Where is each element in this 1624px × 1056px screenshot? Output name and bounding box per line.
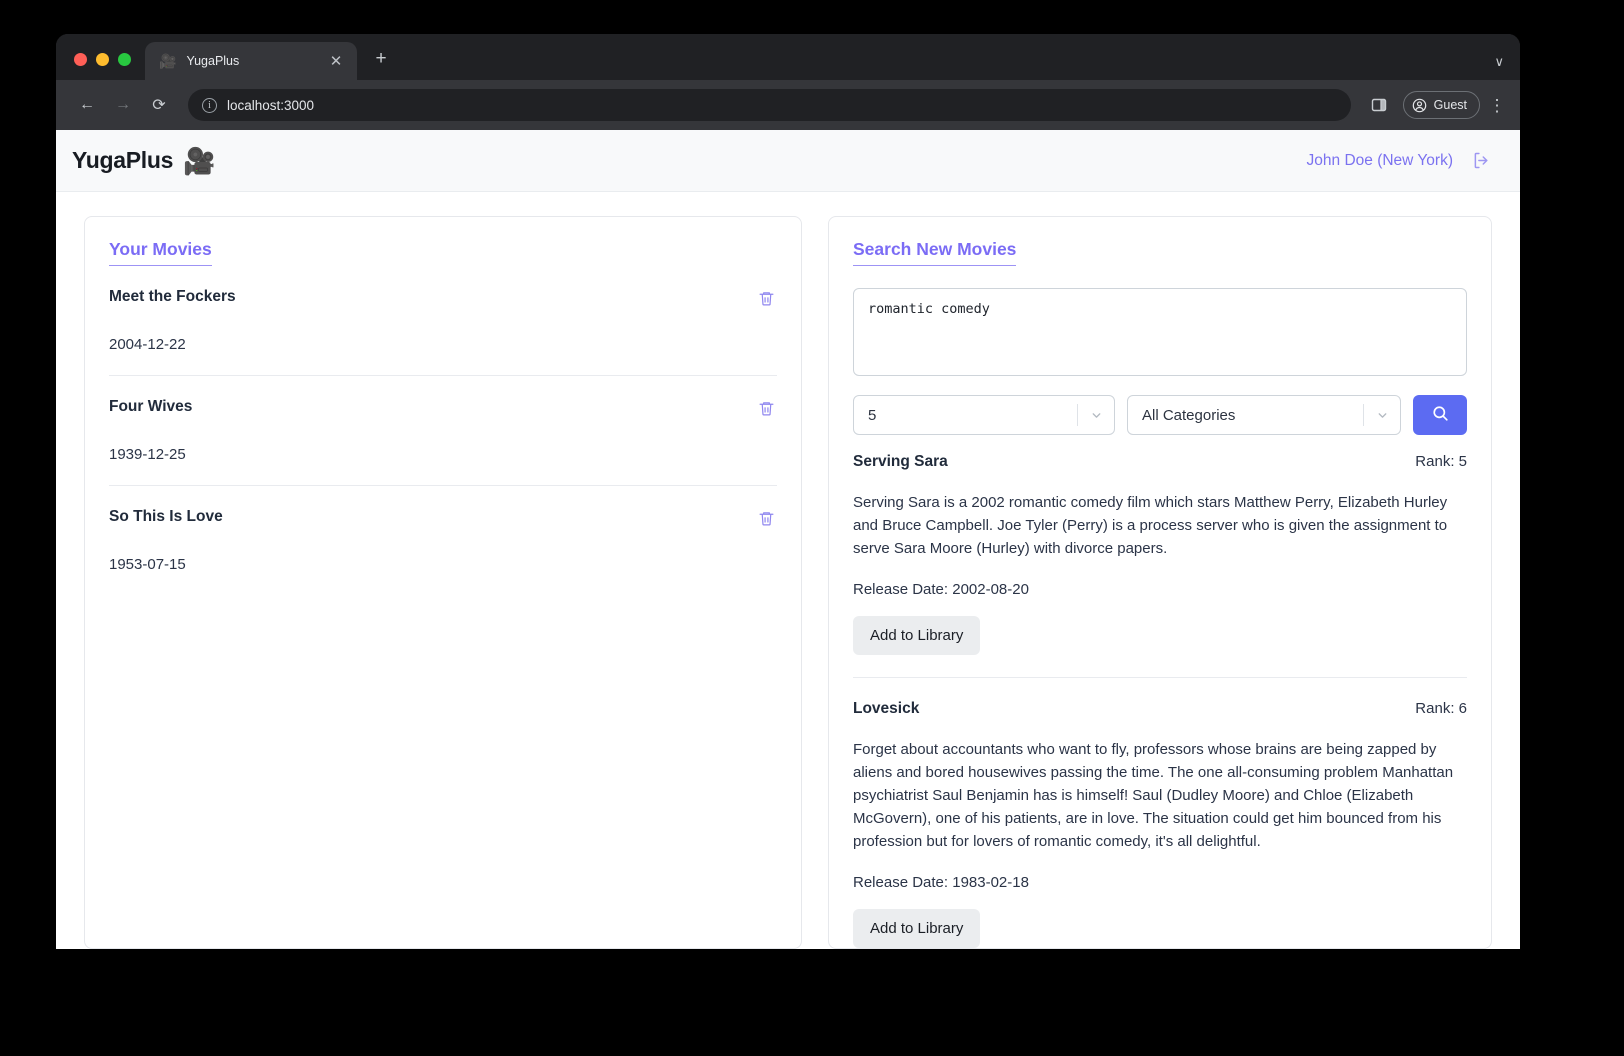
browser-tab[interactable]: 🎥 YugaPlus ✕ [145, 42, 357, 80]
library-panel-title[interactable]: Your Movies [109, 239, 212, 266]
add-to-library-button[interactable]: Add to Library [853, 908, 981, 948]
search-panel-title[interactable]: Search New Movies [853, 239, 1017, 266]
search-result-title: Serving Sara [853, 453, 948, 470]
search-result-header: Lovesick Rank: 6 [853, 700, 1467, 718]
address-bar-url: localhost:3000 [227, 97, 315, 113]
app-header: YugaPlus 🎥 John Doe (New York) [56, 130, 1520, 192]
library-item-title: Four Wives [109, 398, 193, 415]
category-select[interactable]: All Categories [1127, 395, 1401, 435]
search-panel: Search New Movies 5 All Categories [828, 216, 1492, 949]
profile-chip[interactable]: Guest [1402, 91, 1480, 119]
browser-menu-button[interactable]: ⋮ [1486, 97, 1508, 114]
brand-name: YugaPlus [72, 147, 174, 173]
search-result-release-date: Release Date: 2002-08-20 [853, 580, 1029, 598]
forward-button[interactable]: → [108, 90, 138, 120]
main-columns: Your Movies Meet the Fockers 2004-12-22 [56, 192, 1520, 949]
maximize-window-button[interactable] [118, 53, 131, 66]
library-panel: Your Movies Meet the Fockers 2004-12-22 [84, 216, 802, 949]
add-to-library-button[interactable]: Add to Library [853, 615, 981, 655]
search-filters: 5 All Categories [853, 395, 1467, 435]
search-result-rank: Rank: 6 [1415, 699, 1467, 717]
library-item-header: Meet the Fockers [109, 288, 777, 309]
brand[interactable]: YugaPlus 🎥 [72, 147, 216, 174]
profile-label: Guest [1433, 98, 1467, 112]
close-window-button[interactable] [74, 53, 87, 66]
library-item-title: Meet the Fockers [109, 288, 236, 305]
search-result-title: Lovesick [853, 699, 920, 717]
trash-icon[interactable] [756, 508, 777, 529]
library-item-date: 1953-07-15 [109, 556, 186, 573]
search-icon [1431, 404, 1450, 426]
search-result-release-date: Release Date: 1983-02-18 [853, 873, 1029, 891]
search-result: Serving Sara Rank: 5 Serving Sara is a 2… [853, 453, 1467, 678]
logout-icon[interactable] [1471, 150, 1492, 171]
minimize-window-button[interactable] [96, 53, 109, 66]
list-item: Meet the Fockers 2004-12-22 [109, 288, 777, 376]
library-item-title: So This Is Love [109, 508, 223, 525]
page-viewport: YugaPlus 🎥 John Doe (New York) Your Movi… [56, 130, 1520, 949]
search-result-overview: Serving Sara is a 2002 romantic comedy f… [853, 494, 1448, 557]
library-item-date: 1939-12-25 [109, 446, 186, 463]
result-count-select[interactable]: 5 [853, 395, 1115, 435]
back-button[interactable]: ← [72, 90, 102, 120]
browser-toolbar: ← → ⟳ i localhost:3000 Guest ⋮ [56, 80, 1520, 130]
search-button[interactable] [1413, 395, 1467, 435]
trash-icon[interactable] [756, 288, 777, 309]
browser-tabstrip: 🎥 YugaPlus ✕ + ∨ [56, 34, 1520, 80]
library-item-header: Four Wives [109, 398, 777, 419]
trash-icon[interactable] [756, 398, 777, 419]
library-item-date: 2004-12-22 [109, 336, 186, 353]
header-right: John Doe (New York) [1307, 150, 1492, 171]
category-value: All Categories [1142, 406, 1236, 424]
library-item-header: So This Is Love [109, 508, 777, 529]
reload-button[interactable]: ⟳ [144, 90, 174, 120]
user-profile-link[interactable]: John Doe (New York) [1307, 152, 1453, 170]
search-result-rank: Rank: 5 [1415, 453, 1467, 470]
address-bar[interactable]: i localhost:3000 [188, 89, 1351, 121]
site-info-icon[interactable]: i [202, 97, 217, 113]
close-tab-button[interactable]: ✕ [327, 54, 345, 69]
chevron-down-icon [1364, 409, 1400, 422]
account-circle-icon [1412, 98, 1426, 112]
new-tab-button[interactable]: + [369, 49, 393, 68]
list-item: Four Wives 1939-12-25 [109, 398, 777, 486]
sidepanel-icon[interactable] [1365, 91, 1393, 119]
window-traffic-lights [56, 53, 145, 80]
search-result-overview: Forget about accountants who want to fly… [853, 740, 1454, 850]
chevron-down-icon [1078, 409, 1114, 422]
search-result: Lovesick Rank: 6 Forget about accountant… [853, 700, 1467, 948]
result-count-value: 5 [868, 406, 877, 424]
tab-title: YugaPlus [186, 54, 240, 68]
browser-window: 🎥 YugaPlus ✕ + ∨ ← → ⟳ i localhost:3000 [56, 34, 1520, 949]
search-result-header: Serving Sara Rank: 5 [853, 453, 1467, 471]
search-input[interactable] [853, 288, 1467, 376]
list-item: So This Is Love 1953-07-15 [109, 508, 777, 595]
movie-camera-icon: 🎥 [183, 145, 216, 176]
tab-list-chevron-icon[interactable]: ∨ [1494, 54, 1504, 70]
movie-camera-icon: 🎥 [159, 53, 177, 69]
